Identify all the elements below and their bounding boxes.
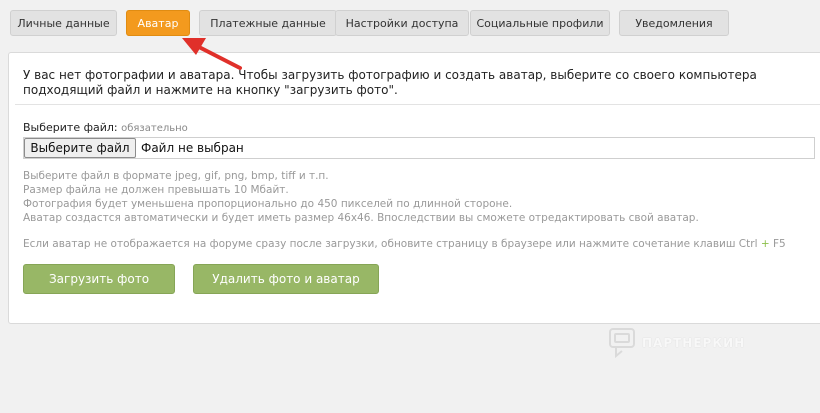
upload-photo-button[interactable]: Загрузить фото xyxy=(23,264,175,294)
avatar-panel: У вас нет фотографии и аватара. Чтобы за… xyxy=(8,52,820,324)
tab-avatar[interactable]: Аватар xyxy=(126,10,190,36)
required-note: обязательно xyxy=(121,123,188,134)
tab-payment-data[interactable]: Платежные данные xyxy=(199,10,337,36)
intro-text: У вас нет фотографии и аватара. Чтобы за… xyxy=(23,68,757,97)
hint-resize: Фотография будет уменьшена пропорциональ… xyxy=(23,198,513,210)
refresh-note: Если аватар не отображается на форуме ср… xyxy=(23,238,786,250)
watermark-logo-icon xyxy=(609,328,635,359)
hint-size: Размер файла не должен превышать 10 Мбай… xyxy=(23,184,289,196)
watermark-text: ПАРТНЕРКИН xyxy=(642,336,746,350)
divider xyxy=(15,104,820,105)
file-status: Файл не выбран xyxy=(141,141,244,155)
delete-photo-avatar-button[interactable]: Удалить фото и аватар xyxy=(193,264,379,294)
hint-avatar: Аватар создастся автоматически и будет и… xyxy=(23,212,699,224)
tab-social-profiles[interactable]: Социальные профили xyxy=(470,10,610,36)
refresh-note-plus: + xyxy=(760,238,770,250)
refresh-note-key: F5 xyxy=(773,238,786,250)
tab-personal-data[interactable]: Личные данные xyxy=(10,10,117,36)
refresh-note-text: Если аватар не отображается на форуме ср… xyxy=(23,238,758,250)
file-field-label: Выберите файл: обязательно xyxy=(23,121,188,134)
tab-access-settings[interactable]: Настройки доступа xyxy=(335,10,469,36)
choose-file-button[interactable]: Выберите файл xyxy=(24,138,136,158)
file-label-text: Выберите файл: xyxy=(23,121,118,134)
upload-hints: Выберите файл в формате jpeg, gif, png, … xyxy=(23,169,699,225)
file-input[interactable]: Выберите файл Файл не выбран xyxy=(23,137,815,159)
tab-notifications[interactable]: Уведомления xyxy=(619,10,729,36)
watermark: ПАРТНЕРКИН xyxy=(608,327,745,359)
hint-formats: Выберите файл в формате jpeg, gif, png, … xyxy=(23,170,329,182)
